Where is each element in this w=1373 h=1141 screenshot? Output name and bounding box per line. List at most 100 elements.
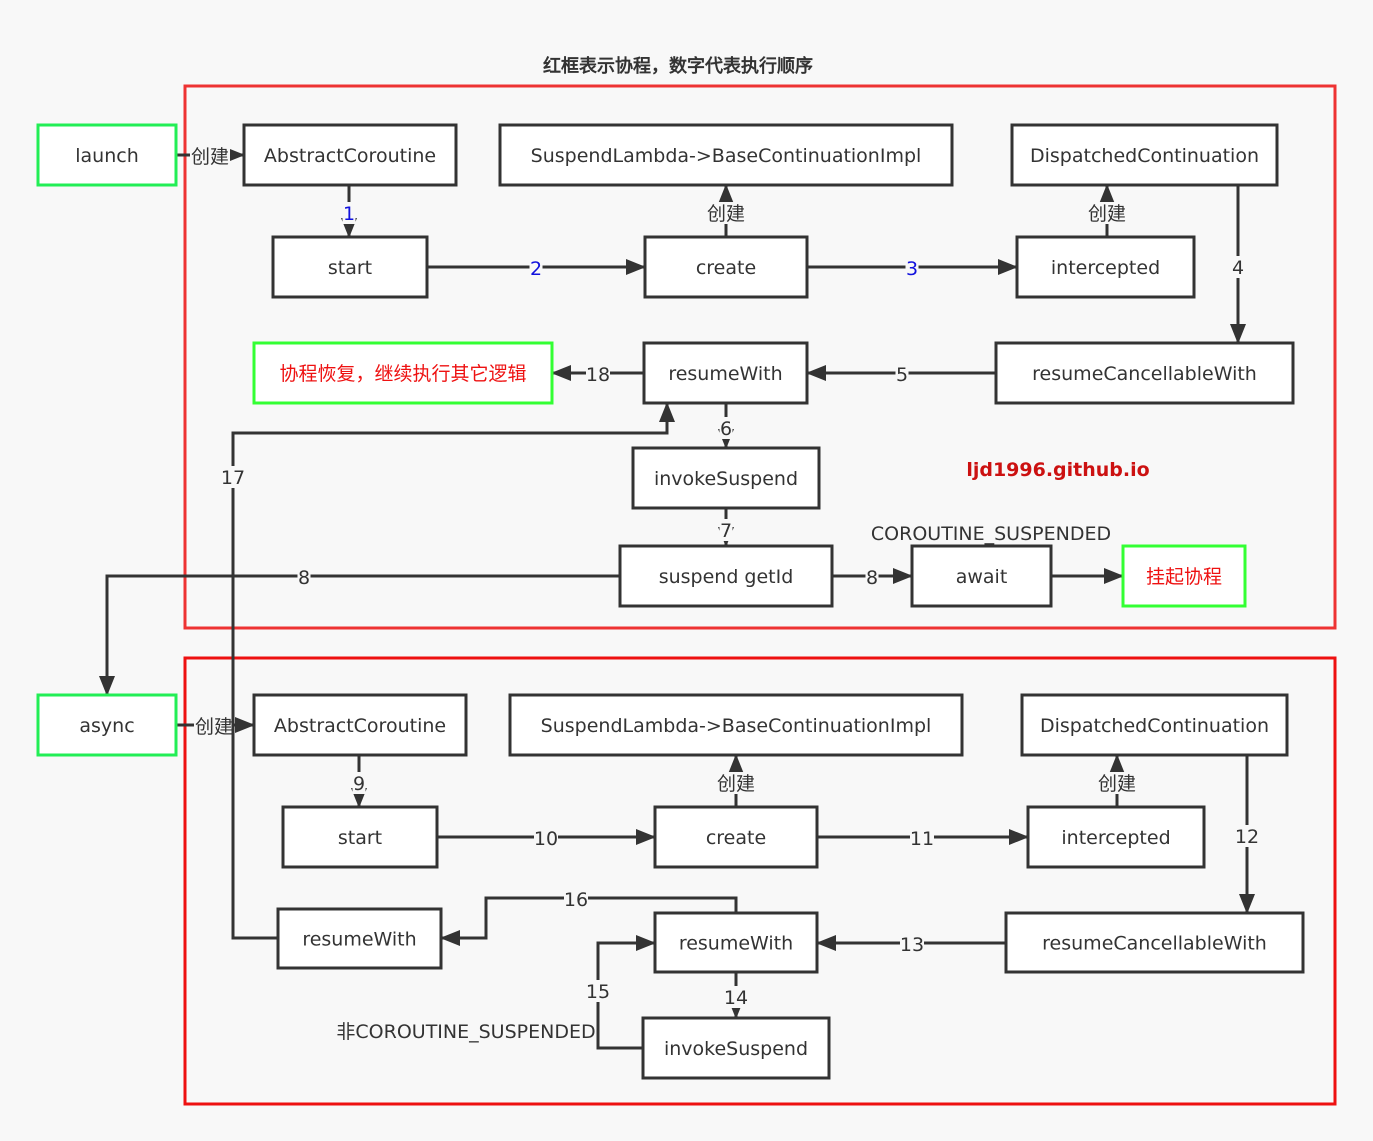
edge-label: 17 bbox=[221, 467, 245, 489]
node-label: SuspendLambda->BaseContinuationImpl bbox=[531, 145, 922, 167]
edge-label: 8 bbox=[298, 567, 310, 589]
node-ac1[interactable]: AbstractCoroutine bbox=[242, 123, 458, 187]
edge-label: 2 bbox=[530, 258, 542, 280]
node-label: DispatchedContinuation bbox=[1030, 145, 1259, 167]
edge-label: 18 bbox=[586, 364, 610, 386]
node-label: resumeWith bbox=[302, 929, 416, 951]
node-async[interactable]: async bbox=[36, 693, 178, 757]
edge-e11: 11 bbox=[817, 827, 1029, 850]
node-await[interactable]: await bbox=[910, 544, 1053, 608]
watermark-text: ljd1996.github.io bbox=[966, 459, 1149, 481]
edge-label: 创建 bbox=[195, 716, 233, 738]
node-label: start bbox=[328, 257, 372, 279]
edge-label: 3 bbox=[906, 258, 918, 280]
edge-e2: 2 bbox=[427, 257, 646, 280]
edge-e-async-create: 创建 bbox=[176, 715, 255, 738]
node-sl1[interactable]: SuspendLambda->BaseContinuationImpl bbox=[498, 123, 954, 187]
node-sl2[interactable]: SuspendLambda->BaseContinuationImpl bbox=[508, 693, 964, 757]
node-label: invokeSuspend bbox=[654, 468, 798, 490]
node-rcw2[interactable]: resumeCancellableWith bbox=[1004, 911, 1305, 974]
node-label: resumeWith bbox=[679, 933, 793, 955]
node-label: intercepted bbox=[1051, 257, 1160, 279]
node-label: create bbox=[706, 827, 766, 849]
node-suspend-result[interactable]: 挂起协程 bbox=[1121, 544, 1247, 608]
edge-label: 13 bbox=[900, 934, 924, 956]
nodes-layer: launch AbstractCoroutine SuspendLambda->Ba… bbox=[36, 123, 1305, 1080]
node-label: AbstractCoroutine bbox=[264, 145, 436, 167]
node-getId[interactable]: suspend getId bbox=[618, 544, 834, 608]
node-resumeWith2[interactable]: resumeWith bbox=[653, 911, 819, 974]
edge-e4: 4 bbox=[1230, 185, 1246, 344]
node-label: SuspendLambda->BaseContinuationImpl bbox=[541, 715, 932, 737]
edge-e5: 5 bbox=[806, 363, 996, 386]
node-dc2[interactable]: DispatchedContinuation bbox=[1020, 693, 1289, 757]
edge-label: 7 bbox=[720, 520, 732, 542]
node-start1[interactable]: start bbox=[271, 235, 429, 299]
edge-e-create-sl2: 创建 bbox=[716, 754, 756, 807]
node-intercepted2[interactable]: intercepted bbox=[1026, 805, 1206, 869]
node-resumeWithOuter[interactable]: resumeWith bbox=[276, 907, 443, 970]
node-label: 挂起协程 bbox=[1146, 566, 1222, 588]
node-label: resumeWith bbox=[668, 363, 782, 385]
node-label: 协程恢复，继续执行其它逻辑 bbox=[279, 363, 526, 385]
edge-label: 5 bbox=[896, 364, 908, 386]
edge-label: 4 bbox=[1232, 257, 1244, 279]
node-start2[interactable]: start bbox=[281, 805, 439, 869]
node-label: start bbox=[338, 827, 382, 849]
node-intercepted1[interactable]: intercepted bbox=[1015, 235, 1196, 299]
node-resume-result[interactable]: 协程恢复，继续执行其它逻辑 bbox=[252, 341, 554, 405]
node-label: await bbox=[956, 566, 1008, 588]
edge-e-int-dc1: 创建 bbox=[1087, 184, 1127, 237]
edge-e14: 14 bbox=[724, 972, 748, 1019]
edge-label: 创建 bbox=[717, 773, 755, 795]
edge-label: 8 bbox=[866, 567, 878, 589]
edge-e6: 6 bbox=[718, 403, 734, 449]
edge-label: 9 bbox=[353, 773, 365, 795]
node-label: invokeSuspend bbox=[664, 1038, 808, 1060]
edge-label: 创建 bbox=[707, 203, 745, 225]
node-label: AbstractCoroutine bbox=[274, 715, 446, 737]
edge-e8a: 8 bbox=[832, 566, 913, 589]
edge-label: 10 bbox=[534, 828, 558, 850]
diagram-canvas: 红框表示协程，数字代表执行顺序 创建12创建3创建45678818创建910创建… bbox=[36, 55, 1337, 1106]
node-label: DispatchedContinuation bbox=[1040, 715, 1269, 737]
edge-label: 12 bbox=[1235, 826, 1259, 848]
edge-e13: 13 bbox=[816, 933, 1006, 956]
node-label: launch bbox=[75, 145, 139, 167]
node-invoke1[interactable]: invokeSuspend bbox=[631, 446, 821, 510]
edge-label: 创建 bbox=[191, 146, 229, 168]
edge-e7: 7 bbox=[718, 508, 734, 547]
edge-e-create-sl1: 创建 bbox=[706, 184, 746, 237]
node-resumeWith1[interactable]: resumeWith bbox=[642, 341, 809, 405]
edge-e3: 3 bbox=[807, 257, 1018, 280]
node-label: resumeCancellableWith bbox=[1032, 363, 1257, 385]
node-rcw1[interactable]: resumeCancellableWith bbox=[994, 341, 1295, 405]
node-create2[interactable]: create bbox=[653, 805, 819, 869]
node-label: create bbox=[696, 257, 756, 279]
edge-label: 14 bbox=[724, 987, 748, 1009]
edge-label: 1 bbox=[343, 203, 355, 225]
node-label: suspend getId bbox=[659, 566, 794, 588]
node-label: async bbox=[79, 715, 134, 737]
edge-label: 6 bbox=[720, 418, 732, 440]
edge-e9: 9 bbox=[351, 755, 367, 808]
edge-label: 11 bbox=[910, 828, 934, 850]
invoke-condition-label: 非COROUTINE_SUSPENDED bbox=[336, 1021, 595, 1043]
node-create1[interactable]: create bbox=[643, 235, 809, 299]
edge-e-int-dc2: 创建 bbox=[1097, 754, 1137, 807]
edge-e12: 12 bbox=[1235, 755, 1259, 914]
edge-e10: 10 bbox=[437, 827, 656, 850]
node-launch[interactable]: launch bbox=[36, 123, 178, 187]
await-condition-label: COROUTINE_SUSPENDED bbox=[871, 523, 1111, 545]
edge-label: 创建 bbox=[1098, 773, 1136, 795]
edge-e1: 1 bbox=[341, 185, 357, 238]
node-ac2[interactable]: AbstractCoroutine bbox=[252, 693, 468, 757]
node-dc1[interactable]: DispatchedContinuation bbox=[1010, 123, 1279, 187]
diagram-title: 红框表示协程，数字代表执行顺序 bbox=[543, 55, 813, 77]
node-label: resumeCancellableWith bbox=[1042, 933, 1267, 955]
node-invoke2[interactable]: invokeSuspend bbox=[641, 1016, 831, 1080]
edge-label: 创建 bbox=[1088, 203, 1126, 225]
edge-label: 15 bbox=[586, 981, 610, 1003]
edge-e18: 18 bbox=[551, 363, 644, 386]
node-label: intercepted bbox=[1061, 827, 1170, 849]
